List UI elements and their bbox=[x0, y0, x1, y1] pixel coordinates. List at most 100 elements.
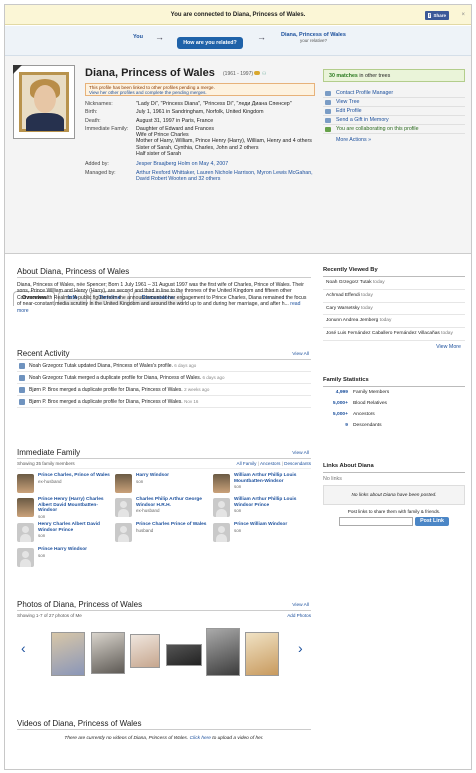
photo-thumbnail[interactable] bbox=[245, 632, 279, 676]
photos-view-all[interactable]: View All bbox=[292, 603, 309, 608]
merge-icon bbox=[19, 399, 25, 405]
no-videos-message: There are currently no videos of Diana, … bbox=[64, 736, 189, 741]
stat-row[interactable]: 9 Descendants bbox=[323, 420, 465, 431]
upload-video-link[interactable]: Click here bbox=[190, 736, 211, 741]
merge-notice-link[interactable]: View her other profiles and complete the… bbox=[89, 90, 311, 95]
photo-thumbnail[interactable] bbox=[166, 644, 202, 666]
family-member[interactable]: Charles Philip Arthur George Windsor H.R… bbox=[115, 497, 211, 521]
member-role: ex-husband bbox=[136, 508, 160, 513]
avatar bbox=[17, 474, 34, 493]
fact-value[interactable]: Jesper Braajberg Holm on May 4, 2007 bbox=[136, 161, 317, 167]
filter-descendants[interactable]: Descendants bbox=[284, 461, 311, 466]
profile-photo[interactable] bbox=[13, 65, 75, 139]
stat-row[interactable]: 5,000+ Ancestors bbox=[323, 409, 465, 420]
stat-label: Blood Relatives bbox=[353, 401, 387, 406]
family-line: Mother of Harry, William, Prince Henry (… bbox=[136, 138, 312, 145]
family-view-all[interactable]: View All bbox=[292, 451, 309, 456]
family-member[interactable]: Henry Charles Albert David Windsor Princ… bbox=[17, 522, 113, 546]
family-member[interactable]: Prince Henry (Harry) Charles Albert Davi… bbox=[17, 497, 113, 521]
member-info: Harry Windsor son bbox=[136, 473, 210, 484]
check-icon bbox=[325, 127, 331, 132]
stat-row[interactable]: 4,999 Family Members bbox=[323, 387, 465, 398]
member-name: Prince Charles Prince of Wales bbox=[136, 522, 207, 527]
recent-viewer[interactable]: Achmad Effendi today bbox=[323, 290, 465, 303]
activity-item[interactable]: Noah Grzegorz Tutak merged a duplicate p… bbox=[17, 372, 311, 384]
member-role: son bbox=[234, 508, 242, 513]
view-tree-action[interactable]: View Tree bbox=[323, 98, 465, 107]
send-gift-action[interactable]: Send a Gift in Memory bbox=[323, 116, 465, 125]
recent-viewer[interactable]: José Luis Fernández Caballero Fernández … bbox=[323, 328, 465, 341]
photo-thumbnail[interactable] bbox=[130, 634, 160, 668]
profile-years: (1961 - 1997) ⚇ bbox=[223, 71, 266, 77]
viewer-time: today bbox=[441, 331, 453, 337]
activity-item[interactable]: Bjørn P. Brox merged a duplicate profile… bbox=[17, 396, 311, 408]
more-actions-link[interactable]: More Actions » bbox=[323, 136, 465, 145]
family-member[interactable]: Prince Charles Prince of Wales husband bbox=[115, 522, 211, 546]
view-more-link[interactable]: View More bbox=[323, 341, 465, 350]
add-photos-link[interactable]: Add Photos bbox=[287, 611, 311, 620]
member-role: son bbox=[38, 513, 46, 519]
member-info: Prince Harry Windsor son bbox=[38, 547, 112, 558]
contact-manager-action[interactable]: Contact Profile Manager bbox=[323, 89, 465, 98]
post-link-button[interactable]: Post Link bbox=[415, 517, 449, 526]
links-box: Links About Diana No links No links abou… bbox=[323, 463, 465, 526]
avatar bbox=[213, 498, 230, 517]
connection-bar: You are connected to Diana, Princess of … bbox=[5, 5, 471, 25]
activity-item[interactable]: Noah Grzegorz Tutak updated Diana, Princ… bbox=[17, 360, 311, 372]
activity-text: Noah Grzegorz Tutak merged a duplicate p… bbox=[29, 375, 202, 381]
recently-viewed-box: Recently Viewed By Noah Grzegorz Tutak t… bbox=[323, 267, 465, 350]
member-role: son bbox=[38, 552, 46, 558]
recent-viewer[interactable]: Noah Grzegorz Tutak today bbox=[323, 277, 465, 290]
close-icon[interactable]: × bbox=[461, 5, 465, 25]
family-title: Immediate Family bbox=[17, 448, 81, 457]
post-link-prompt: Post links to share them with family & f… bbox=[347, 509, 441, 514]
chevron-right-icon[interactable]: › bbox=[298, 640, 303, 656]
merge-icon bbox=[19, 375, 25, 381]
activity-item[interactable]: Bjørn P. Brox merged a duplicate profile… bbox=[17, 384, 311, 396]
tree-icon bbox=[325, 100, 331, 105]
family-member[interactable]: Prince Charles, Prince of Wales ex-husban… bbox=[17, 473, 113, 497]
edit-profile-action[interactable]: Edit Profile bbox=[323, 107, 465, 116]
photo-thumbnail[interactable] bbox=[91, 632, 125, 674]
fact-nicknames: Nicknames: "Lady Di", "Princess Diana", "… bbox=[85, 101, 317, 107]
facebook-share-button[interactable]: f Share bbox=[424, 11, 449, 20]
viewer-time: today bbox=[379, 318, 392, 324]
action-label: Contact Profile Manager bbox=[336, 90, 394, 96]
activity-view-all[interactable]: View All bbox=[292, 352, 309, 357]
recent-viewer[interactable]: Jonunn Andrea Jemberg today bbox=[323, 315, 465, 329]
family-grid: Prince Charles, Prince of Wales ex-husban… bbox=[17, 469, 311, 597]
family-member[interactable]: Prince Harry Windsor son bbox=[17, 547, 113, 571]
section-header: Recent Activity View All bbox=[17, 349, 311, 360]
you-link[interactable]: You bbox=[133, 34, 143, 40]
stat-row[interactable]: 5,000+ Blood Relatives bbox=[323, 398, 465, 409]
recent-viewer[interactable]: Cary Warsetsky today bbox=[323, 303, 465, 316]
family-member[interactable]: William Arthur Phillip Louis Mountbatten… bbox=[213, 473, 309, 497]
fact-value[interactable]: Arthur Rexford Whittaker, Lauren Nichole… bbox=[136, 170, 317, 183]
photos-section: Photos of Diana, Princess of Wales View A… bbox=[17, 600, 311, 690]
how-related-button[interactable]: How are you related? bbox=[177, 37, 243, 49]
action-label: Edit Profile bbox=[336, 108, 362, 114]
family-section: Immediate Family View All Showing 35 fami… bbox=[17, 448, 311, 597]
photo-carousel: ‹ › bbox=[17, 620, 311, 690]
link-url-input[interactable] bbox=[339, 517, 414, 526]
viewer-time: today bbox=[361, 292, 373, 298]
links-count: No links bbox=[323, 476, 342, 482]
family-member[interactable]: William Arthur Phillip Louis Windsor Pri… bbox=[213, 497, 309, 521]
filter-ancestors[interactable]: Ancestors bbox=[260, 461, 280, 466]
fact-label: Birth: bbox=[85, 109, 98, 116]
family-member[interactable]: Harry Windsor son bbox=[115, 473, 211, 497]
chevron-left-icon[interactable]: ‹ bbox=[21, 640, 26, 656]
family-member[interactable]: Prince William Windsor son bbox=[213, 522, 309, 546]
matches-button[interactable]: 30 matches in other trees bbox=[323, 69, 465, 82]
photo-thumbnail[interactable] bbox=[51, 632, 85, 676]
family-line: Half sister of Sarah bbox=[136, 151, 182, 158]
filter-all-family[interactable]: All Family bbox=[237, 461, 257, 466]
photo-thumbnail[interactable] bbox=[206, 628, 240, 676]
member-info: Charles Philip Arthur George Windsor H.R… bbox=[136, 497, 210, 514]
section-header: Immediate Family View All bbox=[17, 448, 311, 459]
no-videos-suffix: to upload a video of her. bbox=[212, 736, 264, 741]
no-videos-text: There are currently no videos of Diana, … bbox=[17, 736, 311, 741]
stat-number: 9 bbox=[345, 423, 348, 428]
member-name: Henry Charles Albert David Windsor Princ… bbox=[38, 522, 100, 533]
fact-birth: Birth: July 1, 1961 in Sandringham, Norfo… bbox=[85, 109, 317, 115]
